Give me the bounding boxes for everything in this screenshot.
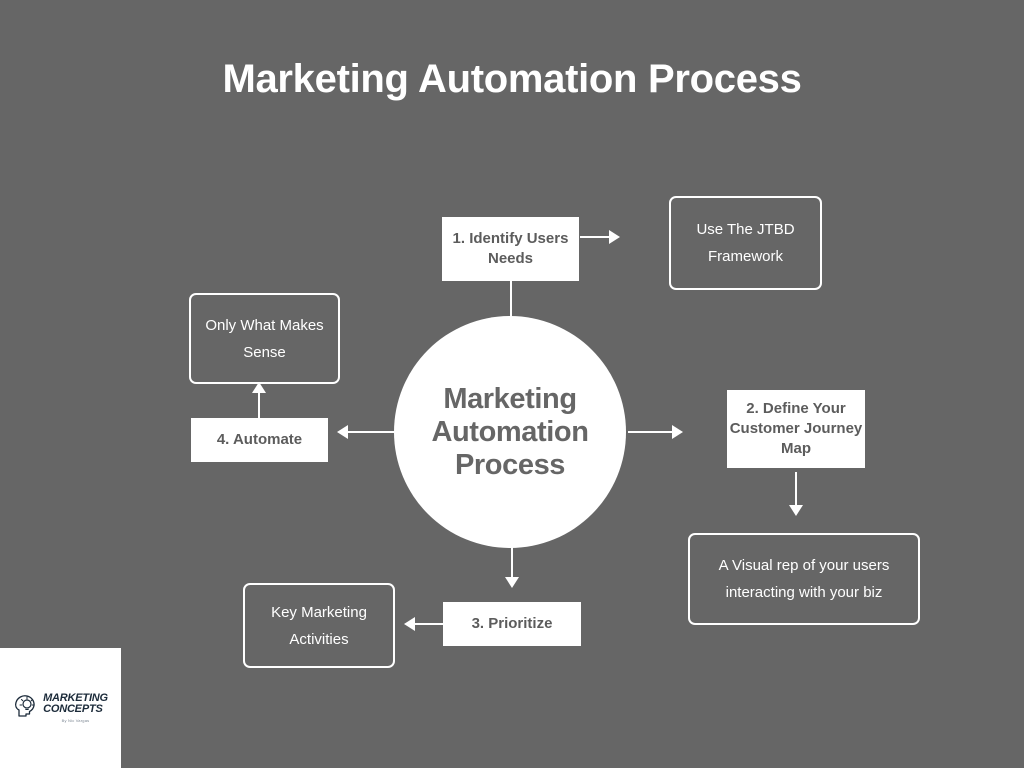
logo-byline: By Nic Vargas [61, 717, 90, 723]
step-box-define-journey-map-label: 2. Define Your Customer Journey Map [729, 400, 863, 457]
step-box-prioritize-label: 3. Prioritize [471, 615, 553, 632]
center-hub: Marketing Automation Process [394, 316, 626, 548]
step-box-automate-label: 4. Automate [216, 431, 303, 448]
logo-inner: MARKETING CONCEPTS By Nic Vargas [13, 691, 108, 724]
step-box-automate[interactable]: 4. Automate [191, 418, 328, 462]
logo-line-1: MARKETING [43, 691, 108, 704]
connector-step1-to-note [580, 236, 611, 238]
note-box-key-marketing-activities-label: Key Marketing Activities [271, 603, 367, 648]
step-box-identify-users-needs[interactable]: 1. Identify Users Needs [442, 217, 579, 281]
step-box-identify-users-needs-label: 1. Identify Users Needs [452, 230, 569, 267]
logo-wordmark: MARKETING CONCEPTS By Nic Vargas [43, 691, 108, 724]
note-box-key-marketing-activities[interactable]: Key Marketing Activities [243, 583, 395, 668]
logo-line-2: CONCEPTS [43, 702, 103, 715]
connector-hub-to-step4 [348, 431, 394, 433]
step-box-define-journey-map[interactable]: 2. Define Your Customer Journey Map [727, 390, 865, 468]
page-title: Marketing Automation Process [222, 57, 802, 101]
note-box-visual-rep[interactable]: A Visual rep of your users interacting w… [688, 533, 920, 625]
note-box-visual-rep-label: A Visual rep of your users interacting w… [718, 557, 890, 601]
note-box-jtbd-framework-label: Use The JTBD Framework [696, 221, 795, 265]
arrowhead-hub-to-step4 [337, 425, 348, 439]
arrowhead-step3-to-note [404, 617, 415, 631]
note-box-only-what-makes-sense[interactable]: Only What Makes Sense [189, 293, 340, 384]
connector-hub-to-step2 [628, 431, 674, 433]
arrowhead-hub-to-step2 [672, 425, 683, 439]
arrowhead-step1-to-note [609, 230, 620, 244]
step-box-prioritize[interactable]: 3. Prioritize [443, 602, 581, 646]
diagram-canvas: Marketing Automation Process Marketing A… [0, 0, 1024, 768]
connector-step3-to-note [415, 623, 445, 625]
center-hub-label: Marketing Automation Process [431, 382, 589, 481]
logo-watermark: MARKETING CONCEPTS By Nic Vargas [0, 648, 121, 768]
note-box-jtbd-framework[interactable]: Use The JTBD Framework [669, 196, 822, 290]
note-box-only-what-makes-sense-label: Only What Makes Sense [205, 316, 324, 361]
arrowhead-step2-to-note [789, 505, 803, 516]
connector-step4-to-note [258, 392, 260, 420]
head-lightbulb-icon [13, 693, 39, 724]
arrowhead-hub-to-step3 [505, 577, 519, 588]
connector-step2-to-note [795, 472, 797, 507]
